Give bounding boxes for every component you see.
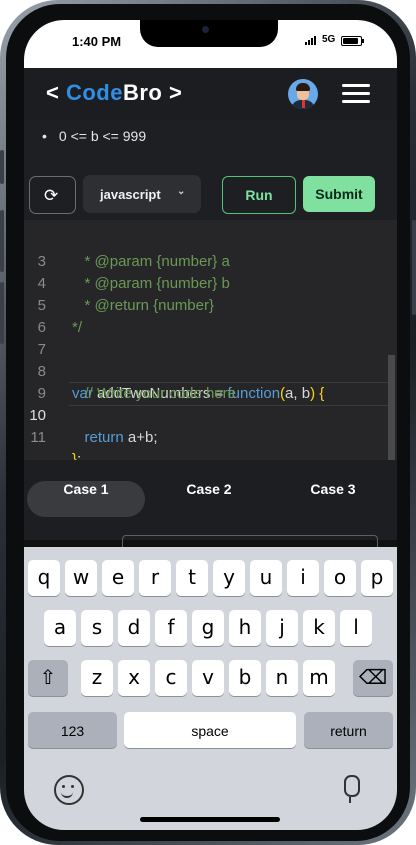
hamburger-menu-icon[interactable]: [342, 84, 370, 104]
phone-frame: 1:40 PM 5G < CodeBro > 0 <= b <= 999: [0, 0, 416, 845]
code-line: 6 */: [37, 319, 83, 336]
power-button: [412, 220, 416, 315]
key-d[interactable]: d: [118, 610, 150, 646]
key-v[interactable]: v: [192, 660, 224, 696]
key-b[interactable]: b: [229, 660, 261, 696]
status-time: 1:40 PM: [72, 34, 122, 49]
editor-toolbar: ⟳ javascript ⌄ Run Submit: [24, 170, 397, 220]
volume-up-button: [0, 210, 4, 272]
key-c[interactable]: c: [155, 660, 187, 696]
code-line: 3 * @param {number} a: [37, 253, 230, 270]
key-n[interactable]: n: [266, 660, 298, 696]
constraint-item: 0 <= b <= 999: [42, 128, 146, 144]
shift-key[interactable]: ⇧: [28, 660, 68, 696]
key-r[interactable]: r: [139, 560, 171, 596]
tab-case-2[interactable]: Case 2: [150, 481, 268, 517]
key-l[interactable]: l: [340, 610, 372, 646]
status-bar: 1:40 PM 5G: [24, 20, 397, 68]
problem-constraints: 0 <= b <= 999: [24, 120, 397, 170]
key-k[interactable]: k: [303, 610, 335, 646]
signal-icon: [305, 36, 316, 45]
app-header: < CodeBro >: [24, 68, 397, 120]
key-o[interactable]: o: [324, 560, 356, 596]
space-key[interactable]: space: [124, 712, 296, 748]
code-line: 5 * @return {number}: [37, 297, 214, 314]
mute-switch: [0, 150, 4, 184]
tab-case-3[interactable]: Case 3: [274, 481, 392, 517]
key-y[interactable]: y: [213, 560, 245, 596]
key-a[interactable]: a: [44, 610, 76, 646]
refresh-icon: ⟳: [44, 186, 59, 206]
test-cases-tabs: Case 1 Case 2 Case 3: [24, 460, 397, 557]
numbers-key[interactable]: 123: [28, 712, 117, 748]
code-editor[interactable]: 3 * @param {number} a 4 * @param {number…: [24, 220, 397, 460]
screen: 1:40 PM 5G < CodeBro > 0 <= b <= 999: [24, 20, 397, 830]
codebro-logo[interactable]: < CodeBro >: [46, 80, 182, 106]
language-select[interactable]: javascript ⌄: [83, 175, 201, 213]
reset-code-button[interactable]: ⟳: [29, 176, 76, 214]
submit-button[interactable]: Submit: [303, 176, 375, 212]
code-line: 9 // Write your code here: [37, 385, 236, 402]
key-h[interactable]: h: [229, 610, 261, 646]
key-s[interactable]: s: [81, 610, 113, 646]
return-key[interactable]: return: [304, 712, 393, 748]
code-line: 4 * @param {number} b: [37, 275, 230, 292]
network-label: 5G: [322, 34, 336, 45]
key-q[interactable]: q: [28, 560, 60, 596]
code-line: 11 };: [30, 429, 82, 460]
key-x[interactable]: x: [118, 660, 150, 696]
key-z[interactable]: z: [81, 660, 113, 696]
tab-case-1[interactable]: Case 1: [27, 481, 145, 517]
volume-down-button: [0, 282, 4, 344]
key-u[interactable]: u: [250, 560, 282, 596]
key-t[interactable]: t: [176, 560, 208, 596]
code-line: 8 var addTwoNumbers = function(a, b) {: [37, 363, 325, 402]
battery-icon: [341, 36, 364, 46]
notch: [140, 20, 278, 47]
key-j[interactable]: j: [266, 610, 298, 646]
key-w[interactable]: w: [65, 560, 97, 596]
camera-icon: [202, 26, 209, 33]
editor-scrollbar[interactable]: [388, 355, 395, 460]
language-label: javascript: [100, 187, 161, 202]
microphone-icon[interactable]: [344, 775, 360, 803]
key-m[interactable]: m: [303, 660, 335, 696]
key-g[interactable]: g: [192, 610, 224, 646]
key-e[interactable]: e: [102, 560, 134, 596]
backspace-key[interactable]: ⌫: [353, 660, 393, 696]
run-button[interactable]: Run: [222, 176, 296, 214]
emoji-icon[interactable]: [54, 775, 84, 805]
chevron-down-icon: ⌄: [177, 186, 186, 197]
key-f[interactable]: f: [155, 610, 187, 646]
code-line: 7: [37, 341, 46, 358]
user-avatar[interactable]: [288, 79, 318, 109]
key-i[interactable]: i: [287, 560, 319, 596]
code-line: 10 return a+b;: [29, 407, 158, 446]
key-p[interactable]: p: [361, 560, 393, 596]
on-screen-keyboard: q w e r t y u i o p a s d f g h j k l ⇧ …: [24, 547, 397, 830]
home-indicator[interactable]: [140, 817, 280, 822]
